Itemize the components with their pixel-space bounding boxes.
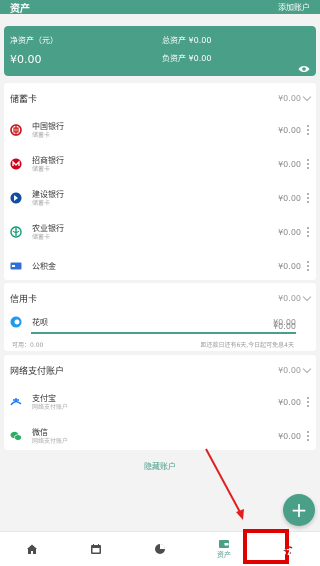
account-type: 储蓄卡 bbox=[32, 165, 51, 173]
wallet-icon bbox=[219, 540, 229, 548]
add-fab-button[interactable]: + bbox=[283, 494, 315, 526]
savings-section: 储蓄卡 ¥0.00 中国银行 储蓄卡 ¥0.00 招商银行 储蓄卡 ¥0.00 建设… bbox=[4, 83, 316, 280]
account-name: 支付宝 bbox=[32, 393, 56, 403]
account-row-abc[interactable]: 农业银行 储蓄卡 ¥0.00 bbox=[4, 215, 316, 249]
section-title: 储蓄卡 bbox=[10, 94, 38, 105]
section-total: ¥0.00 bbox=[278, 293, 301, 303]
credit-header[interactable]: 信用卡 ¥0.00 bbox=[4, 283, 316, 313]
credit-usage-bar bbox=[31, 332, 296, 334]
negative-assets: 负资产 ¥0.00 bbox=[162, 54, 212, 63]
section-total: ¥0.00 bbox=[278, 365, 301, 375]
account-name: 公积金 bbox=[32, 261, 56, 271]
home-icon bbox=[27, 544, 37, 554]
account-row-alipay[interactable]: 支付宝 网络支付账户 ¥0.00 bbox=[4, 385, 316, 419]
abc-icon bbox=[10, 226, 22, 238]
account-amount-secondary: ¥0.00 bbox=[273, 322, 296, 331]
chevron-down-icon bbox=[302, 92, 312, 101]
account-row-huabei[interactable]: 花呗 ¥0.00 可用：0.00 距还款日还有6天,今日起可免息4天 ¥0.00 bbox=[4, 313, 316, 349]
account-type: 储蓄卡 bbox=[32, 131, 51, 139]
account-name: 招商银行 bbox=[32, 155, 64, 165]
more-icon[interactable] bbox=[307, 431, 310, 441]
account-row-boc[interactable]: 中国银行 储蓄卡 ¥0.00 bbox=[4, 113, 316, 147]
account-row-fund[interactable]: 公积金 ¥0.00 bbox=[4, 249, 316, 283]
net-assets-value: ¥0.00 bbox=[10, 53, 42, 66]
page-title: 资产 bbox=[10, 3, 30, 15]
account-name: 建设银行 bbox=[32, 189, 64, 199]
account-row-wechat[interactable]: 微信 网络支付账户 ¥0.00 bbox=[4, 419, 316, 453]
account-name: 农业银行 bbox=[32, 223, 64, 233]
section-total: ¥0.00 bbox=[278, 93, 301, 103]
account-type: 网络支付账户 bbox=[32, 437, 69, 445]
account-type: 网络支付账户 bbox=[32, 403, 69, 411]
watermark: 192670 bbox=[264, 548, 298, 557]
add-account-button[interactable]: 添加账户 bbox=[278, 2, 310, 13]
chevron-down-icon bbox=[302, 364, 312, 373]
account-amount: ¥0.00 bbox=[278, 227, 301, 237]
more-icon[interactable] bbox=[307, 193, 310, 203]
chevron-down-icon bbox=[302, 292, 312, 301]
tab-statistics[interactable] bbox=[128, 532, 192, 566]
eye-icon[interactable] bbox=[298, 65, 310, 73]
account-name: 微信 bbox=[32, 427, 48, 437]
more-icon[interactable] bbox=[307, 227, 310, 237]
alipay-icon bbox=[10, 396, 22, 408]
due-note: 距还款日还有6天,今日起可免息4天 bbox=[200, 342, 294, 349]
account-type: 储蓄卡 bbox=[32, 199, 51, 207]
online-header[interactable]: 网络支付账户 ¥0.00 bbox=[4, 355, 316, 385]
tab-assets-label: 资产 bbox=[217, 551, 231, 559]
hide-accounts-link[interactable]: 隐藏账户 bbox=[0, 461, 320, 472]
account-row-cmb[interactable]: 招商银行 储蓄卡 ¥0.00 bbox=[4, 147, 316, 181]
online-payment-section: 网络支付账户 ¥0.00 支付宝 网络支付账户 ¥0.00 微信 网络支付账户 ¥0… bbox=[4, 355, 316, 450]
top-bar: 资产 添加账户 bbox=[0, 0, 320, 15]
account-name: 中国银行 bbox=[32, 121, 64, 131]
account-amount: ¥0.00 bbox=[278, 261, 301, 271]
account-amount: ¥0.00 bbox=[278, 125, 301, 135]
tab-calendar[interactable] bbox=[64, 532, 128, 566]
account-type: 储蓄卡 bbox=[32, 233, 51, 241]
account-amount: ¥0.00 bbox=[278, 431, 301, 441]
pie-chart-icon bbox=[155, 544, 165, 554]
available-credit: 可用：0.00 bbox=[12, 342, 44, 349]
account-name: 花呗 bbox=[32, 317, 48, 327]
more-icon[interactable] bbox=[307, 397, 310, 407]
account-amount: ¥0.00 bbox=[278, 193, 301, 203]
net-assets-label: 净资产（元） bbox=[10, 36, 58, 45]
account-amount: ¥0.00 bbox=[278, 397, 301, 407]
huabei-icon bbox=[10, 316, 22, 328]
account-row-ccb[interactable]: 建设银行 储蓄卡 ¥0.00 bbox=[4, 181, 316, 215]
cmb-icon bbox=[10, 158, 22, 170]
asset-summary-card: 净资产（元） ¥0.00 总资产 ¥0.00 负资产 ¥0.00 bbox=[4, 26, 316, 76]
boc-icon bbox=[10, 124, 22, 136]
credit-section: 信用卡 ¥0.00 花呗 ¥0.00 可用：0.00 距还款日还有6天,今日起可… bbox=[4, 283, 316, 351]
tap-highlight-box bbox=[243, 529, 289, 564]
section-title: 网络支付账户 bbox=[10, 366, 65, 377]
more-icon[interactable] bbox=[307, 125, 310, 135]
wechat-icon bbox=[10, 430, 22, 442]
ccb-icon bbox=[10, 192, 22, 204]
section-title: 信用卡 bbox=[10, 294, 38, 305]
account-amount: ¥0.00 bbox=[278, 159, 301, 169]
more-icon[interactable] bbox=[307, 261, 310, 271]
fund-card-icon bbox=[10, 260, 22, 272]
total-assets: 总资产 ¥0.00 bbox=[162, 36, 212, 45]
more-icon[interactable] bbox=[307, 159, 310, 169]
tab-home[interactable] bbox=[0, 532, 64, 566]
savings-header[interactable]: 储蓄卡 ¥0.00 bbox=[4, 83, 316, 113]
calendar-icon bbox=[91, 544, 101, 554]
